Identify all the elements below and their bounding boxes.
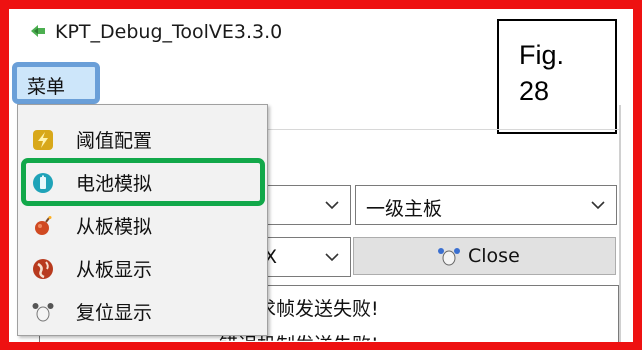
- window-title: KPT_Debug_ToolVE3.3.0: [55, 21, 283, 43]
- close-button[interactable]: Close: [353, 237, 616, 275]
- menu-item-slave-simulation[interactable]: 从板模拟: [18, 207, 267, 245]
- menu-item-threshold-config[interactable]: 阈值配置: [18, 121, 267, 159]
- menu-root-button[interactable]: 菜单: [12, 62, 100, 104]
- lightning-icon: [33, 130, 53, 150]
- gear-arrows-icon: [31, 25, 45, 37]
- menu-item-slave-display[interactable]: 从板显示: [18, 250, 267, 288]
- chevron-down-icon: [325, 253, 339, 262]
- close-button-label: Close: [468, 245, 520, 267]
- bomb-icon: [35, 216, 52, 235]
- figure-label: Fig. 28: [519, 40, 565, 106]
- menu-item-label: 从板显示: [76, 259, 153, 281]
- reset-icon: [438, 248, 460, 266]
- menu-item-label: 复位显示: [76, 302, 153, 324]
- combo-board-value: 一级主板: [366, 198, 443, 220]
- window-border: [619, 105, 621, 342]
- menu-root-label: 菜单: [27, 76, 66, 98]
- screenshot-frame: KPT_Debug_ToolVE3.3.0 菜单 Fig. 28 一级主板 X: [0, 0, 642, 350]
- globe-icon: [33, 259, 53, 279]
- dropdown-menu: 阈值配置 电池模拟 从板模拟 从板显示 复位显示: [17, 104, 268, 336]
- chevron-down-icon: [325, 201, 339, 210]
- menu-item-reset-display[interactable]: 复位显示: [18, 293, 267, 331]
- menu-item-label: 从板模拟: [76, 216, 153, 238]
- highlight-annotation: [21, 158, 265, 206]
- combo-board-select[interactable]: 一级主板: [355, 185, 617, 225]
- chevron-down-icon: [591, 201, 605, 210]
- menu-item-label: 阈值配置: [76, 130, 153, 152]
- reset-icon: [32, 303, 54, 322]
